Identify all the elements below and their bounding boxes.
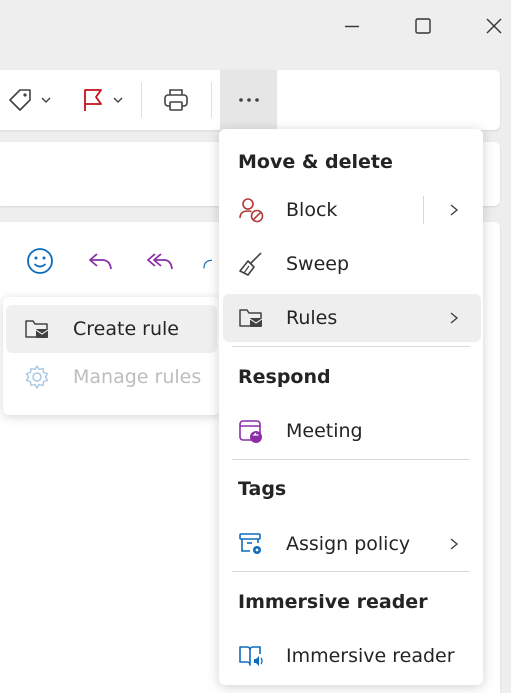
menu-item-rules[interactable]: Rules <box>223 294 481 342</box>
menu-item-block[interactable]: Block <box>223 186 481 234</box>
menu-item-label: Rules <box>286 307 338 329</box>
minimize-icon <box>345 25 359 28</box>
block-user-icon <box>236 195 266 225</box>
menu-divider <box>232 459 470 460</box>
menu-item-label: Block <box>286 199 338 221</box>
maximize-icon <box>415 18 431 34</box>
emoji-reaction-button[interactable] <box>24 245 56 277</box>
tag-icon <box>9 89 31 111</box>
menu-item-assign-policy[interactable]: Assign policy <box>223 520 481 568</box>
toolbar-divider <box>141 82 142 118</box>
menu-item-meeting[interactable]: Meeting <box>223 407 481 455</box>
folder-rule-icon <box>22 314 52 344</box>
meeting-calendar-icon <box>236 416 266 446</box>
manage-rules-item[interactable]: Manage rules <box>6 353 217 401</box>
toolbar-divider <box>211 82 212 118</box>
menu-item-sweep[interactable]: Sweep <box>223 240 481 288</box>
more-actions-menu: Move & delete Block Sweep Rules Respond … <box>219 129 483 685</box>
section-header-tags: Tags <box>238 478 287 500</box>
reply-all-icon <box>147 253 173 270</box>
close-button[interactable] <box>476 8 511 44</box>
immersive-reader-icon <box>236 641 266 671</box>
print-icon <box>164 89 188 111</box>
emoji-icon <box>27 248 53 274</box>
menu-divider <box>232 346 470 347</box>
categorize-button[interactable] <box>0 70 58 130</box>
menu-item-label: Meeting <box>286 420 363 442</box>
menu-item-label: Assign policy <box>286 533 411 555</box>
menu-item-immersive-reader[interactable]: Immersive reader <box>223 632 481 680</box>
chevron-down-icon <box>113 97 123 103</box>
menu-divider <box>232 571 470 572</box>
forward-button[interactable] <box>200 245 220 277</box>
rules-submenu: Create rule Manage rules <box>3 297 220 415</box>
menu-item-label: Sweep <box>286 253 350 275</box>
maximize-button[interactable] <box>405 8 441 44</box>
gear-icon <box>22 362 52 392</box>
section-header-respond: Respond <box>238 366 331 388</box>
more-icon <box>238 98 259 102</box>
chevron-down-icon <box>41 97 51 103</box>
forward-icon <box>203 259 213 269</box>
create-rule-label: Create rule <box>73 318 179 340</box>
manage-rules-label: Manage rules <box>73 366 202 388</box>
section-header-move-delete: Move & delete <box>238 151 393 173</box>
reply-button[interactable] <box>84 245 116 277</box>
message-toolbar <box>0 70 500 130</box>
create-rule-item[interactable]: Create rule <box>6 305 217 353</box>
flag-icon <box>84 89 102 111</box>
section-header-immersive-reader: Immersive reader <box>238 591 428 613</box>
split-divider <box>423 196 424 224</box>
chevron-right-icon <box>445 535 463 553</box>
print-button[interactable] <box>150 70 202 130</box>
assign-policy-icon <box>236 529 266 559</box>
chevron-right-icon[interactable] <box>445 201 463 219</box>
more-actions-button[interactable] <box>220 70 277 130</box>
sweep-broom-icon <box>236 249 266 279</box>
folder-rule-icon <box>236 303 266 333</box>
flag-button[interactable] <box>72 70 132 130</box>
reply-all-button[interactable] <box>144 245 176 277</box>
chevron-right-icon <box>445 309 463 327</box>
close-icon <box>486 18 502 34</box>
reply-icon <box>89 253 112 270</box>
minimize-button[interactable] <box>334 8 370 44</box>
menu-item-label: Immersive reader <box>286 645 455 667</box>
